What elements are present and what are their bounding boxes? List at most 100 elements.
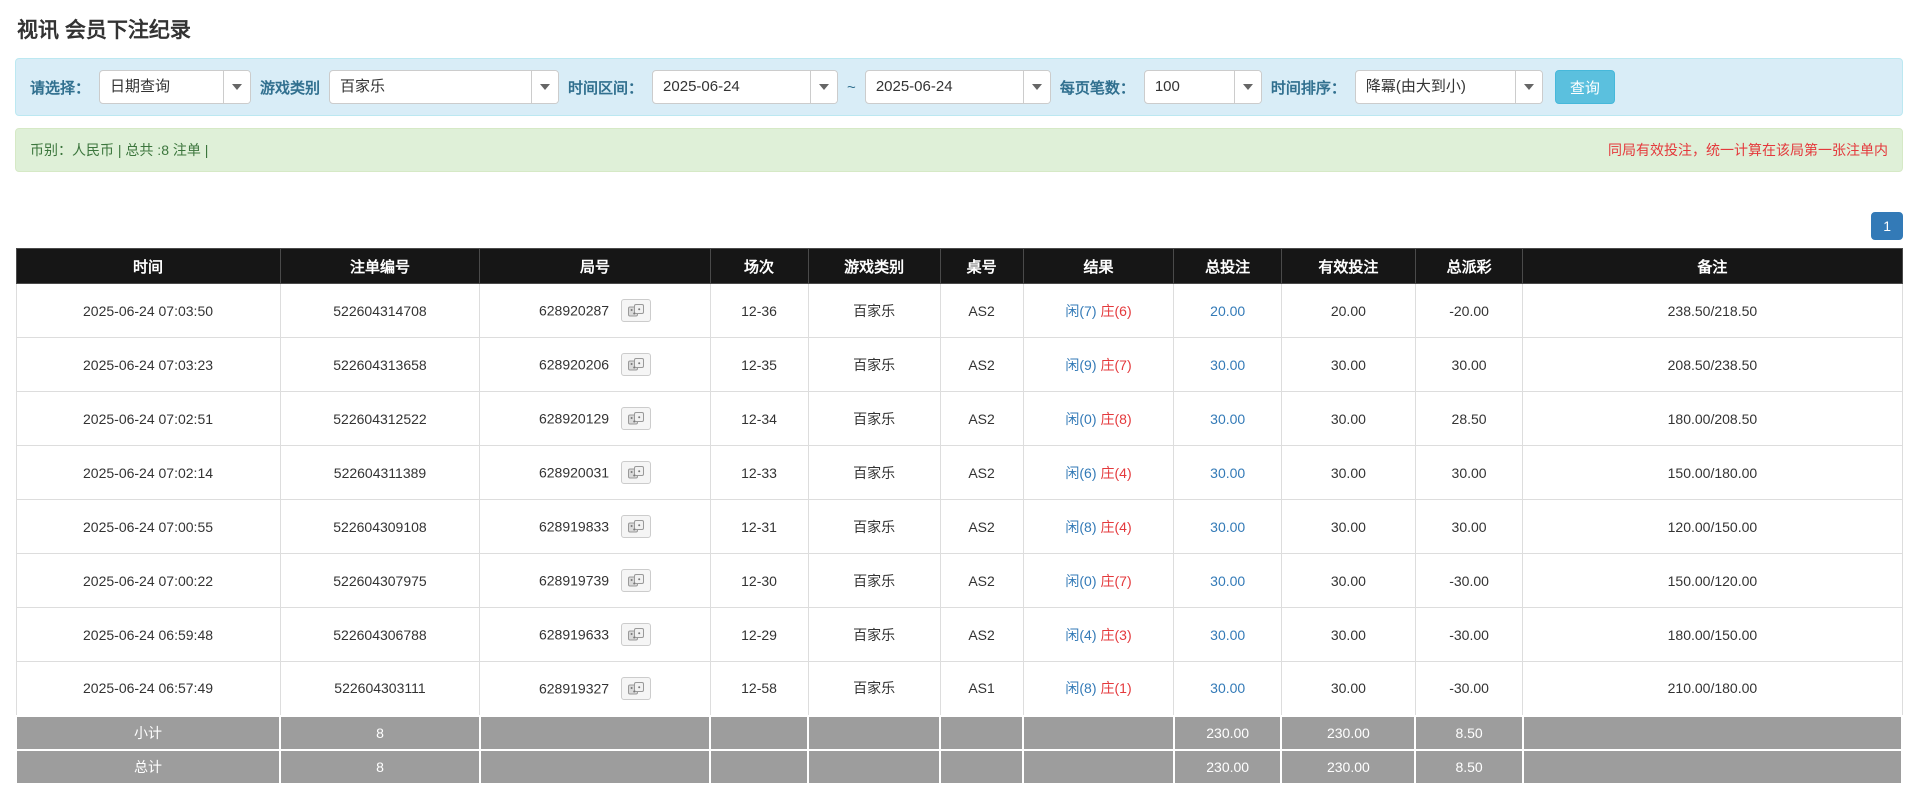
cell-table-no: AS2 (939, 337, 1024, 392)
date-from-select[interactable]: 2025-06-24 (652, 70, 839, 104)
table-row: 2025-06-24 06:59:48 522604306788 6289196… (15, 607, 1903, 662)
column-header: 注单编号 (279, 248, 481, 284)
page-title: 视讯 会员下注纪录 (17, 19, 191, 42)
column-header: 时间 (15, 248, 281, 284)
result-player: 闲(0) (1065, 572, 1097, 589)
cell-time: 2025-06-24 07:02:14 (15, 445, 281, 500)
round-detail-button[interactable] (620, 407, 651, 430)
result-player: 闲(7) (1065, 302, 1097, 319)
cell-bet-id: 522604306788 (279, 607, 481, 662)
cell-note: 238.50/218.50 (1522, 283, 1903, 338)
cell-round: 628920287 (479, 283, 711, 338)
cell-note: 210.00/180.00 (1522, 661, 1903, 716)
cell-round: 628919327 (479, 661, 711, 716)
page-size-select[interactable]: 100 (1143, 70, 1262, 104)
cell-round: 628919633 (479, 607, 711, 662)
round-detail-button[interactable] (620, 299, 651, 322)
filter-bar: 请选择： 日期查询 游戏类别 百家乐 时间区间： 2025-06-24 ~ 20… (15, 58, 1903, 116)
total-bet-link[interactable]: 30.00 (1210, 357, 1245, 373)
sort-select[interactable]: 降冪(由大到小) (1354, 70, 1543, 104)
cell-time: 2025-06-24 06:57:49 (15, 661, 281, 716)
cell-session: 12-34 (709, 391, 809, 446)
column-header: 总投注 (1173, 248, 1282, 284)
footer-empty-cell (709, 714, 810, 751)
cell-note: 150.00/180.00 (1522, 445, 1903, 500)
cell-time: 2025-06-24 07:02:51 (15, 391, 281, 446)
page-size-value: 100 (1154, 78, 1180, 95)
total-bet-link[interactable]: 20.00 (1210, 303, 1245, 319)
dice-icon (627, 304, 644, 317)
column-header: 结果 (1022, 248, 1175, 284)
cell-table-no: AS2 (939, 499, 1024, 554)
cell-result: 闲(7) 庄(6) (1022, 283, 1175, 338)
total-bet-link[interactable]: 30.00 (1210, 627, 1245, 643)
page-size-label: 每页笔数： (1059, 79, 1135, 97)
cell-game-type: 百家乐 (807, 283, 941, 338)
round-detail-button[interactable] (620, 461, 651, 484)
cell-session: 12-36 (709, 283, 809, 338)
result-player: 闲(8) (1065, 680, 1097, 697)
footer-empty-cell (807, 748, 942, 785)
cell-bet-id: 522604309108 (279, 499, 481, 554)
total-bet-link[interactable]: 30.00 (1210, 519, 1245, 535)
total-bet-link[interactable]: 30.00 (1210, 573, 1245, 589)
cell-note: 120.00/150.00 (1522, 499, 1903, 554)
round-detail-button[interactable] (620, 569, 651, 592)
cell-game-type: 百家乐 (807, 661, 941, 716)
cell-note: 150.00/120.00 (1522, 553, 1903, 608)
cell-session: 12-58 (709, 661, 809, 716)
cell-session: 12-31 (709, 499, 809, 554)
game-type-label: 游戏类别 (260, 79, 321, 97)
query-type-value: 日期查询 (110, 78, 171, 95)
cell-game-type: 百家乐 (807, 553, 941, 608)
cell-table-no: AS2 (939, 553, 1024, 608)
round-id: 628920206 (538, 356, 610, 373)
round-detail-button[interactable] (620, 623, 651, 646)
total-bet-link[interactable]: 30.00 (1210, 411, 1245, 427)
table-row: 2025-06-24 06:57:49 522604303111 6289193… (15, 661, 1903, 716)
cell-note: 180.00/150.00 (1522, 607, 1903, 662)
cell-time: 2025-06-24 07:00:55 (15, 499, 281, 554)
cell-valid-bet: 30.00 (1280, 661, 1416, 716)
cell-payout: -30.00 (1414, 553, 1524, 608)
page: 视讯 会员下注纪录 请选择： 日期查询 游戏类别 百家乐 时间区间： 2025-… (0, 0, 1918, 785)
cell-result: 闲(0) 庄(7) (1022, 553, 1175, 608)
summary-left-text: 币别：人民币 | 总共 :8 注单 | (30, 142, 209, 158)
search-button[interactable]: 查询 (1554, 70, 1615, 104)
game-type-select[interactable]: 百家乐 (329, 70, 560, 104)
cell-table-no: AS2 (939, 607, 1024, 662)
cell-valid-bet: 30.00 (1280, 391, 1416, 446)
pagination-page-1-button[interactable]: 1 (1871, 212, 1903, 240)
cell-valid-bet: 30.00 (1280, 445, 1416, 500)
footer-empty-cell (807, 714, 942, 751)
cell-total-bet: 30.00 (1173, 607, 1282, 662)
range-separator: ~ (847, 78, 856, 96)
column-header: 备注 (1522, 248, 1903, 284)
bets-table: 时间 注单编号 局号 场次 游戏类别 桌号 结果 总投注 有效投注 总派彩 备注 2025-06-2… (14, 248, 1904, 785)
date-to-select[interactable]: 2025-06-24 (864, 70, 1051, 104)
cell-table-no: AS1 (939, 661, 1024, 716)
cell-round: 628919833 (479, 499, 711, 554)
dice-icon (627, 574, 644, 587)
game-type-value: 百家乐 (340, 78, 386, 95)
result-banker: 庄(3) (1100, 626, 1132, 643)
round-id: 628919739 (538, 572, 610, 589)
cell-time: 2025-06-24 06:59:48 (15, 607, 281, 662)
result-player: 闲(6) (1065, 464, 1097, 481)
dice-icon (627, 466, 644, 479)
cell-table-no: AS2 (939, 283, 1024, 338)
total-bet-link[interactable]: 30.00 (1210, 680, 1245, 696)
round-detail-button[interactable] (620, 515, 651, 538)
footer-empty-cell (709, 748, 810, 785)
chevron-down-icon (1514, 71, 1542, 103)
column-header: 游戏类别 (807, 248, 941, 284)
query-type-select[interactable]: 日期查询 (99, 70, 252, 104)
round-detail-button[interactable] (620, 676, 651, 700)
total-bet-link[interactable]: 30.00 (1210, 465, 1245, 481)
cell-payout: 30.00 (1414, 499, 1524, 554)
cell-bet-id: 522604303111 (279, 661, 481, 716)
column-header: 场次 (709, 248, 809, 284)
total-total-bet: 230.00 (1172, 748, 1283, 785)
round-detail-button[interactable] (620, 353, 651, 376)
cell-total-bet: 30.00 (1173, 337, 1282, 392)
